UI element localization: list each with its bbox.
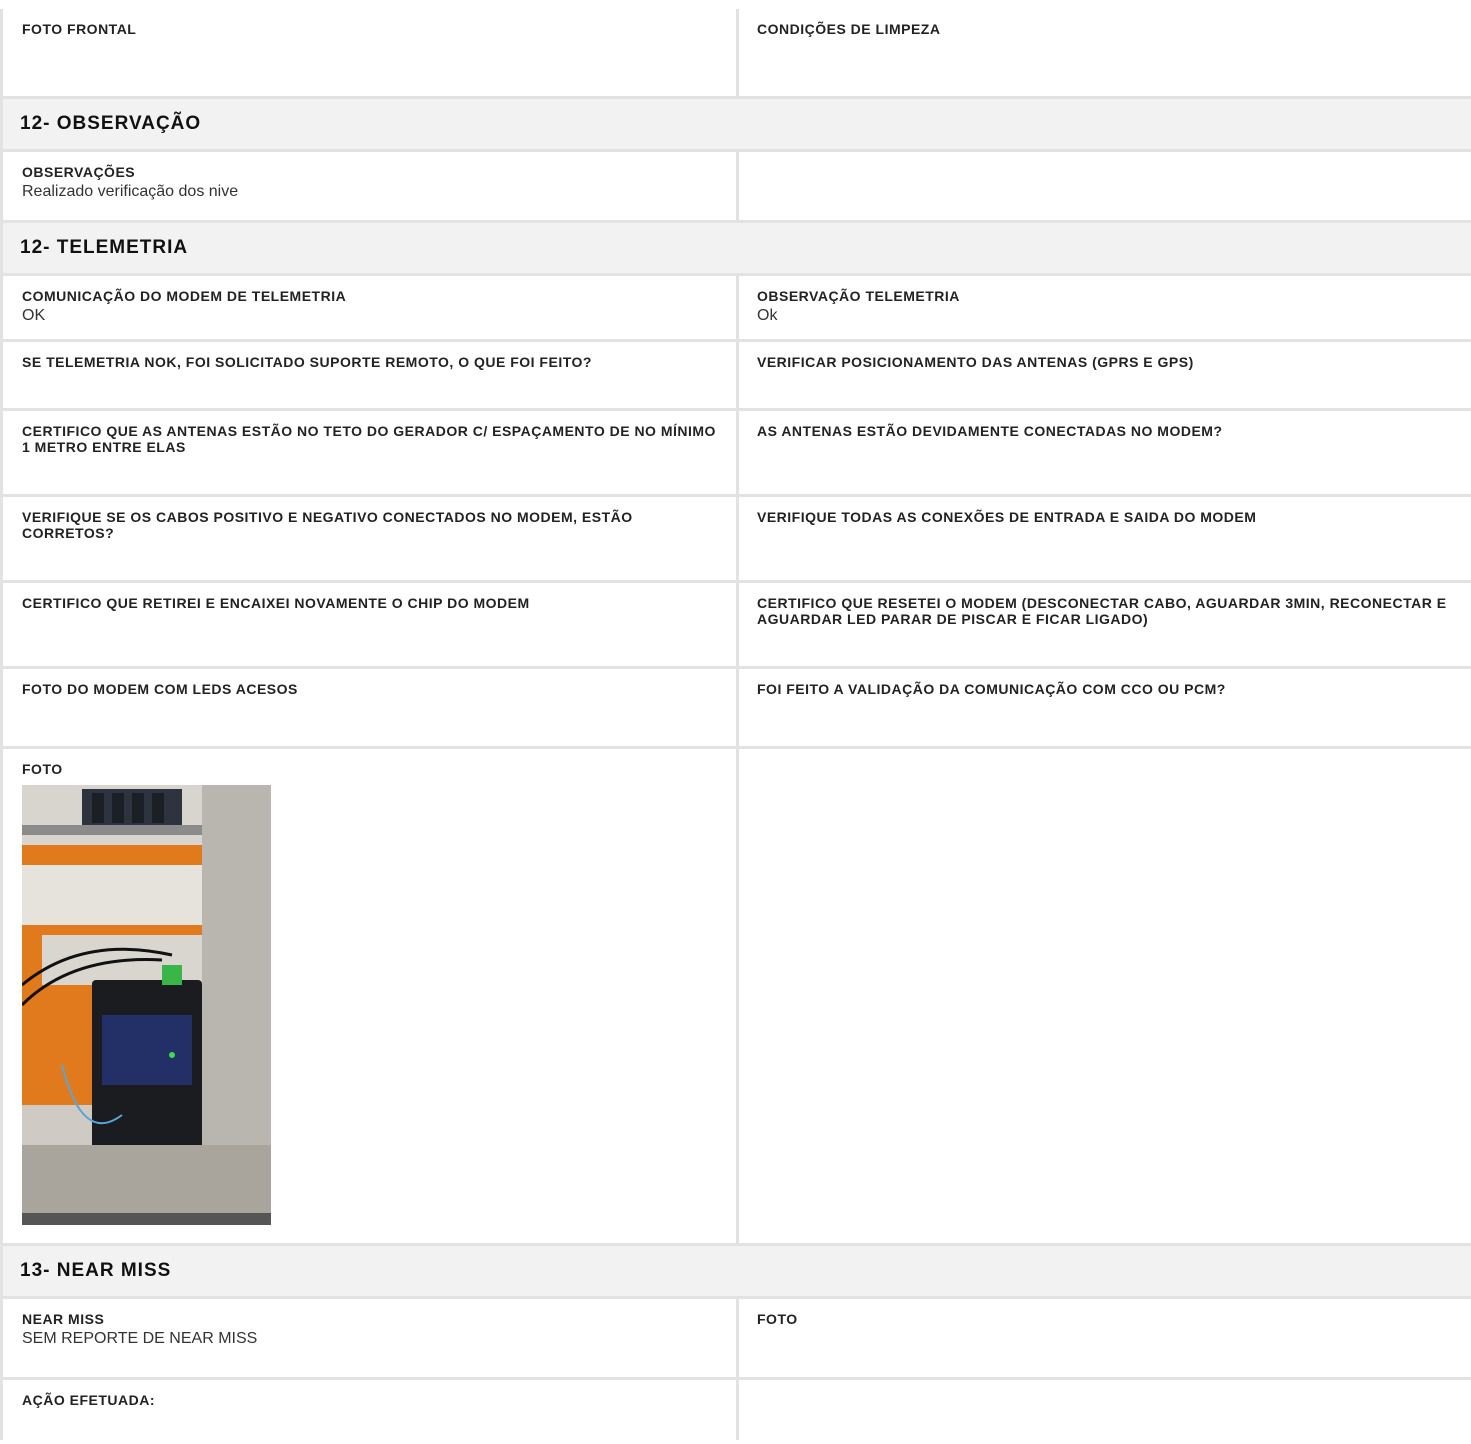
field-label: CERTIFICO QUE AS ANTENAS ESTÃO NO TETO D…: [22, 423, 716, 455]
field-observacoes: OBSERVAÇÕES Realizado verificação dos ni…: [3, 152, 739, 220]
section-header-telemetria: 12- TELEMETRIA: [0, 223, 1471, 276]
field-near-miss: NEAR MISS SEM REPORTE DE NEAR MISS: [3, 1299, 739, 1377]
table-row: NEAR MISS SEM REPORTE DE NEAR MISS FOTO: [0, 1299, 1471, 1380]
field-antenas-teto: CERTIFICO QUE AS ANTENAS ESTÃO NO TETO D…: [3, 411, 739, 494]
table-row: AÇÃO EFETUADA:: [0, 1380, 1471, 1440]
field-label: FOTO: [757, 1311, 798, 1327]
table-row: CERTIFICO QUE AS ANTENAS ESTÃO NO TETO D…: [0, 411, 1471, 497]
field-label: FOTO DO MODEM COM LEDS ACESOS: [22, 681, 298, 697]
table-row: CERTIFICO QUE RETIREI E ENCAIXEI NOVAMEN…: [0, 583, 1471, 669]
field-label: VERIFIQUE SE OS CABOS POSITIVO E NEGATIV…: [22, 509, 633, 541]
section-header-near-miss: 13- NEAR MISS: [0, 1246, 1471, 1299]
field-label: FOI FEITO A VALIDAÇÃO DA COMUNICAÇÃO COM…: [757, 681, 1226, 697]
table-row: FOTO DO MODEM COM LEDS ACESOS FOI FEITO …: [0, 669, 1471, 749]
field-foto: FOTO: [3, 749, 739, 1243]
field-label: CERTIFICO QUE RESETEI O MODEM (DESCONECT…: [757, 595, 1447, 627]
table-row: COMUNICAÇÃO DO MODEM DE TELEMETRIA OK OB…: [0, 276, 1471, 342]
table-row: VERIFIQUE SE OS CABOS POSITIVO E NEGATIV…: [0, 497, 1471, 583]
table-row: FOTO: [0, 749, 1471, 1246]
field-label: CERTIFICO QUE RETIREI E ENCAIXEI NOVAMEN…: [22, 595, 530, 611]
field-value: Ok: [757, 307, 778, 324]
empty-cell: [739, 1380, 1471, 1440]
empty-cell: [739, 152, 1471, 220]
field-foto-frontal: FOTO FRONTAL: [3, 9, 739, 96]
field-label: SE TELEMETRIA NOK, FOI SOLICITADO SUPORT…: [22, 354, 592, 370]
field-suporte-remoto: SE TELEMETRIA NOK, FOI SOLICITADO SUPORT…: [3, 342, 739, 408]
section-header-observacao: 12- OBSERVAÇÃO: [0, 99, 1471, 152]
field-antenas-conectadas: AS ANTENAS ESTÃO DEVIDAMENTE CONECTADAS …: [739, 411, 1471, 494]
modem-photo-image: [22, 785, 271, 1225]
field-reset-modem: CERTIFICO QUE RESETEI O MODEM (DESCONECT…: [739, 583, 1471, 666]
field-label: VERIFIQUE TODAS AS CONEXÕES DE ENTRADA E…: [757, 509, 1257, 525]
field-label: AS ANTENAS ESTÃO DEVIDAMENTE CONECTADAS …: [757, 423, 1223, 439]
inspection-report: FOTO FRONTAL CONDIÇÕES DE LIMPEZA 12- OB…: [0, 9, 1471, 1440]
table-row: SE TELEMETRIA NOK, FOI SOLICITADO SUPORT…: [0, 342, 1471, 411]
field-chip-modem: CERTIFICO QUE RETIREI E ENCAIXEI NOVAMEN…: [3, 583, 739, 666]
field-acao-efetuada: AÇÃO EFETUADA:: [3, 1380, 739, 1440]
field-cabos-modem: VERIFIQUE SE OS CABOS POSITIVO E NEGATIV…: [3, 497, 739, 580]
field-label: VERIFICAR POSICIONAMENTO DAS ANTENAS (GP…: [757, 354, 1194, 370]
field-condicoes-limpeza: CONDIÇÕES DE LIMPEZA: [739, 9, 1471, 96]
table-row: OBSERVAÇÕES Realizado verificação dos ni…: [0, 152, 1471, 223]
field-label: AÇÃO EFETUADA:: [22, 1392, 155, 1408]
field-validacao-cco: FOI FEITO A VALIDAÇÃO DA COMUNICAÇÃO COM…: [739, 669, 1471, 746]
field-observacao-telemetria: OBSERVAÇÃO TELEMETRIA Ok: [739, 276, 1471, 339]
field-foto-modem-leds: FOTO DO MODEM COM LEDS ACESOS: [3, 669, 739, 746]
modem-photo[interactable]: [22, 785, 271, 1225]
field-label: COMUNICAÇÃO DO MODEM DE TELEMETRIA: [22, 288, 347, 304]
field-comunicacao-modem: COMUNICAÇÃO DO MODEM DE TELEMETRIA OK: [3, 276, 739, 339]
section-title: 13- NEAR MISS: [20, 1260, 172, 1281]
table-row: FOTO FRONTAL CONDIÇÕES DE LIMPEZA: [0, 9, 1471, 99]
section-title: 12- OBSERVAÇÃO: [20, 113, 202, 134]
field-foto-near-miss: FOTO: [739, 1299, 1471, 1377]
field-value: OK: [22, 307, 46, 324]
field-label: CONDIÇÕES DE LIMPEZA: [757, 21, 941, 37]
field-label: FOTO: [22, 761, 63, 777]
field-value: SEM REPORTE DE NEAR MISS: [22, 1330, 258, 1347]
field-label: OBSERVAÇÕES: [22, 164, 136, 180]
empty-cell: [739, 749, 1471, 1243]
field-value: Realizado verificação dos nive: [22, 183, 239, 200]
field-posicionamento-antenas: VERIFICAR POSICIONAMENTO DAS ANTENAS (GP…: [739, 342, 1471, 408]
field-label: FOTO FRONTAL: [22, 21, 137, 37]
field-label: OBSERVAÇÃO TELEMETRIA: [757, 288, 960, 304]
field-conexoes-modem: VERIFIQUE TODAS AS CONEXÕES DE ENTRADA E…: [739, 497, 1471, 580]
field-label: NEAR MISS: [22, 1311, 105, 1327]
section-title: 12- TELEMETRIA: [20, 237, 189, 258]
